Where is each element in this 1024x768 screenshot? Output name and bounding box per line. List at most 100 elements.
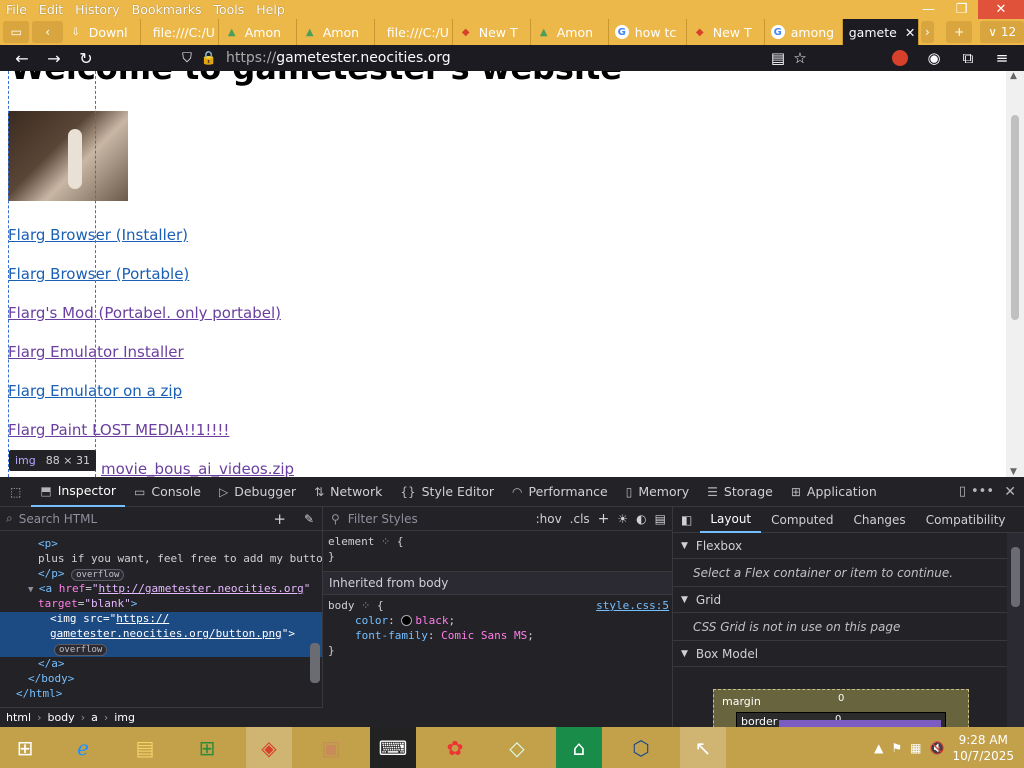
command-prompt-icon[interactable]: ⌨	[370, 727, 416, 768]
internet-explorer-icon[interactable]: ℯ	[60, 727, 106, 768]
scroll-tabs-left-button[interactable]: ‹	[32, 21, 63, 43]
markup-src-value-1[interactable]: https://	[116, 612, 169, 625]
link-flarg-browser-installer[interactable]: Flarg Browser (Installer)	[8, 226, 188, 244]
reader-view-icon[interactable]: ▤	[766, 45, 790, 71]
menu-bookmarks[interactable]: Bookmarks	[126, 2, 208, 17]
paint-app-icon[interactable]: ✿	[432, 727, 478, 768]
tab-overview-button[interactable]: ▭	[3, 21, 30, 43]
chevron-down-icon[interactable]: ▾	[1016, 507, 1024, 533]
scroll-tabs-right-button[interactable]: ›	[920, 21, 934, 43]
tab-2[interactable]: ▲ Amon	[219, 19, 297, 45]
menu-file[interactable]: File	[0, 2, 33, 17]
breadcrumb-img[interactable]: img	[114, 711, 135, 724]
breadcrumb-a[interactable]: a	[91, 711, 98, 724]
markup-a-open[interactable]: ▼ <a href="http://gametester.neocities.o…	[0, 582, 322, 597]
tab-computed[interactable]: Computed	[761, 507, 843, 533]
minimize-button[interactable]: —	[912, 0, 945, 19]
markup-href-value[interactable]: "http://gametester.neocities.org"	[92, 582, 311, 595]
cls-toggle[interactable]: .cls	[570, 512, 590, 526]
markup-img-selected[interactable]: <img src="https://	[0, 612, 322, 627]
image-viewer-icon[interactable]: ▣	[308, 727, 354, 768]
link-movie-zip[interactable]: movie_bous_ai_videos.zip	[101, 460, 294, 477]
tab-network[interactable]: ⇅ Network	[305, 477, 391, 507]
tab-6[interactable]: ▲ Amon	[531, 19, 609, 45]
markup-scrollbar-thumb[interactable]	[310, 643, 320, 683]
page-scrollbar-thumb[interactable]	[1011, 115, 1019, 320]
print-icon[interactable]: ▤	[655, 512, 666, 526]
tab-console[interactable]: ▭ Console	[125, 477, 210, 507]
font-declaration[interactable]: font-family: Comic Sans MS;	[323, 629, 672, 644]
menu-history[interactable]: History	[69, 2, 125, 17]
tab-4[interactable]: file:///C:/U	[375, 19, 453, 45]
tab-style-editor[interactable]: {} Style Editor	[391, 477, 503, 507]
breadcrumb-body[interactable]: body	[47, 711, 74, 724]
tab-compatibility[interactable]: Compatibility	[916, 507, 1016, 533]
add-node-icon[interactable]: +	[273, 510, 286, 528]
breadcrumb-html[interactable]: html	[6, 711, 31, 724]
tab-storage[interactable]: ☰ Storage	[698, 477, 782, 507]
forward-button[interactable]: →	[38, 49, 70, 68]
menu-tools[interactable]: Tools	[207, 2, 250, 17]
flag-icon[interactable]: ⚑	[891, 741, 902, 755]
tab-0[interactable]: ⇩ Downl	[63, 19, 141, 45]
address-bar[interactable]: https://gametester.neocities.org	[226, 45, 746, 71]
more-options-icon[interactable]: •••	[971, 484, 994, 499]
start-button[interactable]: ⊞	[0, 727, 50, 768]
add-rule-icon[interactable]: +	[598, 511, 610, 527]
toggle-sidebar-icon[interactable]: ◧	[673, 507, 700, 533]
link-flargs-mod[interactable]: Flarg's Mod (Portabel. only portabel)	[8, 304, 281, 322]
margin-top-value[interactable]: 0	[838, 693, 844, 704]
back-button[interactable]: ←	[6, 49, 38, 68]
expand-arrow-icon[interactable]: ▼	[28, 585, 39, 595]
virtualbox-icon[interactable]: ⬡	[618, 727, 664, 768]
reload-button[interactable]: ↻	[70, 49, 102, 68]
bookmark-star-icon[interactable]: ☆	[788, 45, 812, 71]
filter-styles-input[interactable]: Filter Styles	[348, 512, 528, 526]
dark-mode-icon[interactable]: ◐	[636, 512, 646, 526]
stylesheet-link[interactable]: style.css:5	[596, 599, 669, 612]
show-hidden-icons[interactable]: ▲	[874, 741, 883, 755]
tab-inspector[interactable]: ⬒ Inspector	[31, 477, 125, 507]
body-rule[interactable]: body ⁘ {style.css:5	[323, 599, 672, 614]
close-window-button[interactable]: ✕	[978, 0, 1024, 19]
eyedropper-icon[interactable]: ✎	[304, 512, 314, 526]
tab-7[interactable]: Ghow tc	[609, 19, 687, 45]
link-flarg-paint[interactable]: Flarg Paint LOST MEDIA!!1!!!!	[8, 421, 229, 439]
markup-img-badge-row[interactable]: overflow	[0, 642, 322, 657]
tab-count-button[interactable]: ∨ 12	[980, 21, 1024, 43]
close-tab-icon[interactable]: ✕	[905, 25, 915, 40]
scroll-down-icon[interactable]: ▼	[1010, 467, 1017, 477]
tab-debugger[interactable]: ▷ Debugger	[210, 477, 305, 507]
tab-8[interactable]: ◆ New T	[687, 19, 765, 45]
close-devtools-icon[interactable]: ✕	[1004, 484, 1016, 500]
account-icon[interactable]: ◉	[922, 45, 946, 71]
firefox-browser-icon[interactable]: ◈	[246, 727, 292, 768]
element-rule[interactable]: element ⁘ {	[323, 535, 672, 550]
notes-app-icon[interactable]: ◇	[494, 727, 540, 768]
color-swatch[interactable]	[401, 615, 413, 626]
dock-side-icon[interactable]: ▯	[959, 484, 966, 499]
markup-img-src-cont[interactable]: gametester.neocities.org/button.png">	[0, 627, 322, 642]
tab-application[interactable]: ⊞ Application	[782, 477, 886, 507]
extension-icon[interactable]	[888, 45, 912, 71]
hamburger-menu-icon[interactable]: ≡	[990, 45, 1014, 71]
store-icon[interactable]: ⊞	[184, 727, 230, 768]
flexbox-section-header[interactable]: ▼ Flexbox	[673, 533, 1024, 559]
tab-layout[interactable]: Layout	[700, 507, 762, 533]
clock[interactable]: 9:28 AM 10/7/2025	[952, 732, 1014, 764]
tab-3[interactable]: ▲ Amon	[297, 19, 375, 45]
tab-5[interactable]: ◆ New T	[453, 19, 531, 45]
page-scrollbar[interactable]: ▲ ▼	[1006, 71, 1024, 477]
light-mode-icon[interactable]: ☀	[617, 512, 628, 526]
markup-p-text[interactable]: plus if you want, feel free to add my bu…	[0, 552, 329, 567]
shield-icon[interactable]: ⛉	[178, 51, 196, 66]
sidebar-scrollbar[interactable]	[1007, 533, 1024, 727]
pick-element-button[interactable]: ⬚	[0, 477, 31, 507]
color-declaration[interactable]: color: black;	[323, 614, 672, 629]
tab-memory[interactable]: ▯ Memory	[617, 477, 698, 507]
tab-1[interactable]: file:///C:/U	[141, 19, 219, 45]
restore-button[interactable]: ❐	[945, 0, 978, 19]
scroll-up-icon[interactable]: ▲	[1010, 71, 1017, 81]
markup-a-close[interactable]: </a>	[0, 657, 322, 672]
tab-9[interactable]: Gamong	[765, 19, 843, 45]
